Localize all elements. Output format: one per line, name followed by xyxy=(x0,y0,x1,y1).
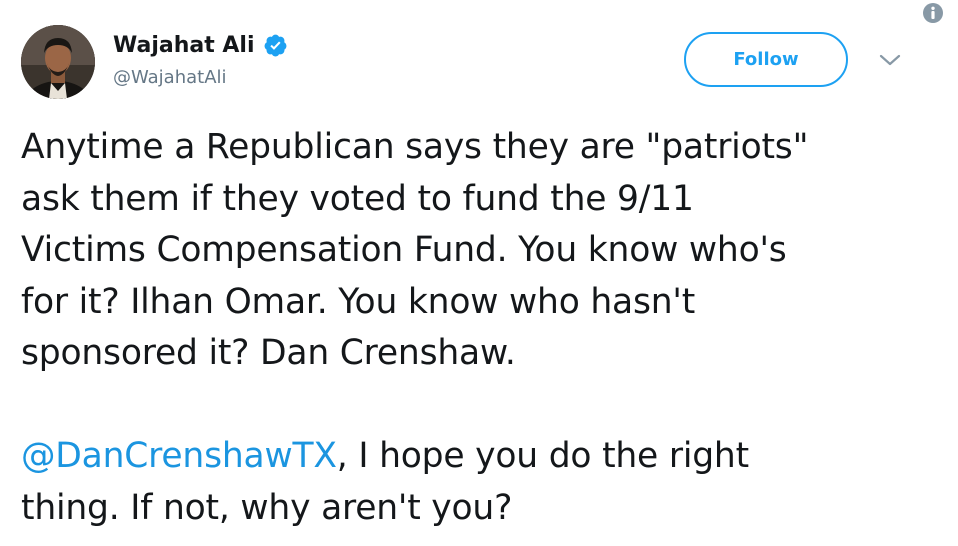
author-handle[interactable]: @WajahatAli xyxy=(113,67,227,88)
info-icon[interactable] xyxy=(922,2,944,24)
author-name-row: Wajahat Ali xyxy=(113,28,288,62)
tweet-line: Victims Compensation Fund. You know who'… xyxy=(21,230,787,270)
tweet-line: thing. If not, why aren't you? xyxy=(21,487,513,528)
tweet-text: Anytime a Republican says they are "patr… xyxy=(21,122,941,534)
tweet-line-with-mention: @DanCrenshawTX, I hope you do the right xyxy=(21,431,941,483)
avatar[interactable] xyxy=(21,25,95,99)
chevron-down-icon[interactable] xyxy=(878,52,902,68)
tweet-line: for it? Ilhan Omar. You know who hasn't xyxy=(21,281,696,322)
follow-button[interactable]: Follow xyxy=(684,32,848,87)
tweet-line: ask them if they voted to fund the 9/11 xyxy=(21,178,694,219)
tweet-line-rest: , I hope you do the right xyxy=(336,436,749,476)
author-display-name[interactable]: Wajahat Ali xyxy=(113,33,255,58)
avatar-image xyxy=(21,25,95,99)
mention-link[interactable]: @DanCrenshawTX xyxy=(21,436,337,476)
tweet-line: Anytime a Republican says they are "patr… xyxy=(21,127,809,167)
tweet-line: sponsored it? Dan Crenshaw. xyxy=(21,333,516,373)
verified-badge-icon xyxy=(264,34,286,56)
